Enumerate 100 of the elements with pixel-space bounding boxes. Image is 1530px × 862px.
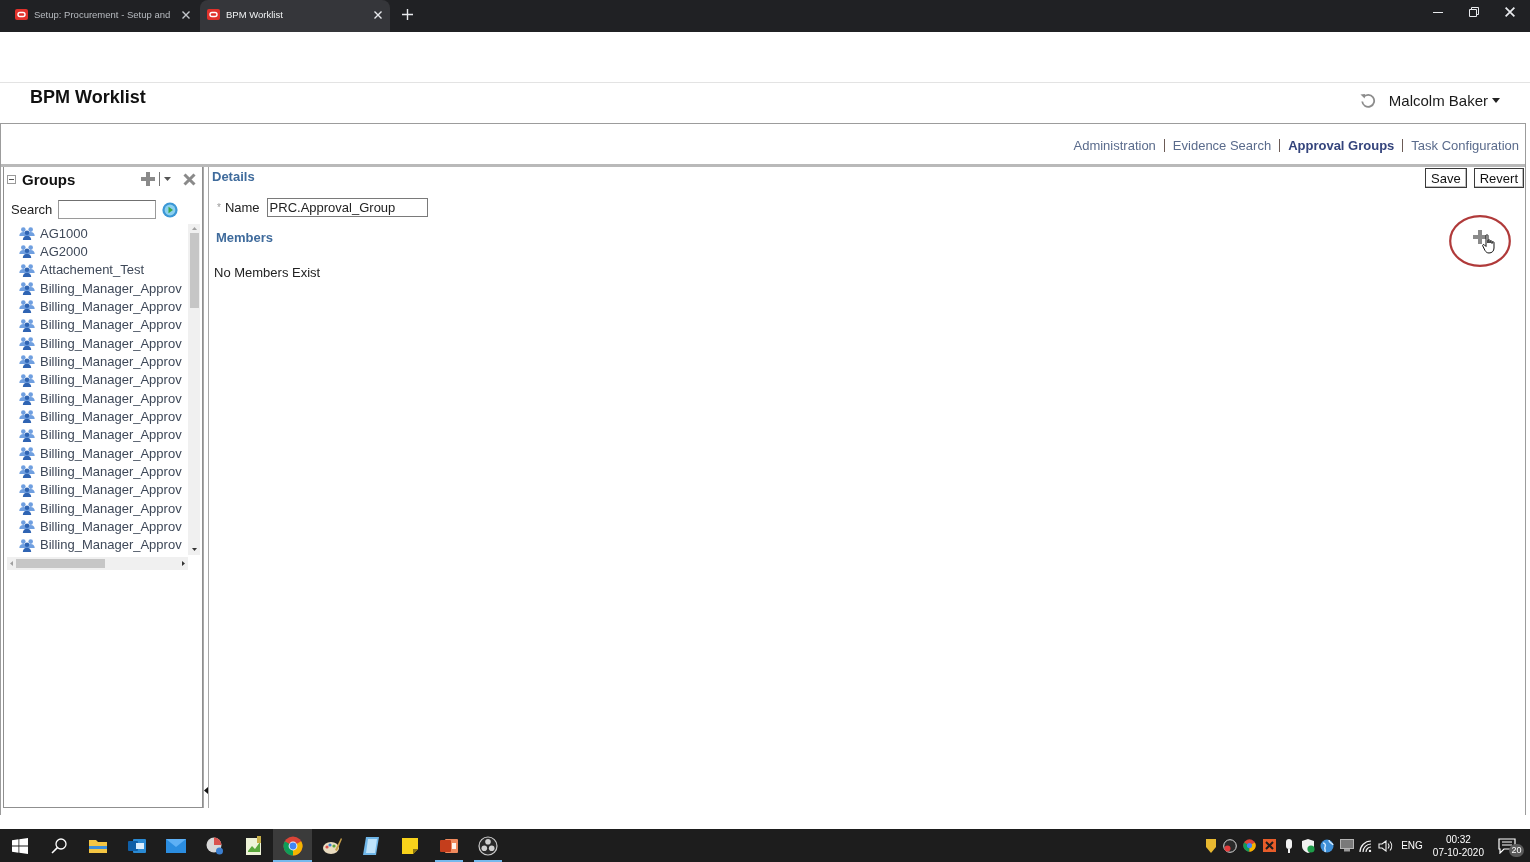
save-button[interactable]: Save xyxy=(1425,168,1467,188)
windows-logo-icon[interactable] xyxy=(11,837,28,854)
clock-time[interactable]: 00:32 xyxy=(1445,832,1471,846)
scrollbar-thumb[interactable] xyxy=(16,559,105,568)
group-item[interactable]: Billing_Manager_Approv xyxy=(19,370,188,389)
nav-link[interactable]: Approval Groups xyxy=(1288,138,1395,153)
pie-chart-icon xyxy=(204,835,225,856)
group-item[interactable]: Billing_Manager_Approv xyxy=(19,333,188,353)
notification-count: 20 xyxy=(1509,843,1524,857)
name-field[interactable]: PRC.Approval_Group xyxy=(266,198,428,217)
section-title: Details xyxy=(212,169,255,184)
revert-button[interactable]: Revert xyxy=(1473,168,1524,188)
caret-icon xyxy=(1492,97,1500,103)
section-title: Members xyxy=(216,230,274,245)
language-indicator[interactable]: ENG xyxy=(1401,840,1423,851)
notebook-icon xyxy=(361,835,380,856)
refresh-icon[interactable] xyxy=(1359,92,1376,108)
add-icon[interactable] xyxy=(1473,229,1487,244)
collapse-icon[interactable] xyxy=(7,174,16,184)
sticky-note-icon xyxy=(400,836,419,855)
scrollbar-thumb[interactable] xyxy=(189,233,199,308)
group-item[interactable]: Billing_Manager_Approv xyxy=(19,352,188,371)
nav-link[interactable]: Task Configuration xyxy=(1411,138,1519,153)
group-item[interactable]: Billing_Manager_Approv xyxy=(19,407,188,426)
people-icon xyxy=(19,464,35,479)
close-icon[interactable] xyxy=(182,10,190,19)
speaker-icon xyxy=(1377,839,1393,852)
new-tab-icon[interactable] xyxy=(402,9,413,20)
people-icon xyxy=(19,537,35,552)
people-icon xyxy=(19,244,35,259)
add-icon[interactable] xyxy=(141,172,155,186)
caret-icon[interactable] xyxy=(164,177,171,181)
people-icon xyxy=(19,262,35,277)
group-item[interactable]: Billing_Manager_Approv xyxy=(19,279,188,298)
required-mark: * xyxy=(217,202,221,213)
collapse-arrow-icon[interactable] xyxy=(204,787,208,794)
site-favicon-icon xyxy=(15,9,28,20)
tricolor-circle-icon xyxy=(282,835,303,856)
site-favicon-icon xyxy=(207,9,220,20)
nav-link[interactable]: Evidence Search xyxy=(1172,138,1272,153)
chart-document-icon xyxy=(244,835,263,856)
people-icon xyxy=(19,391,35,406)
people-icon xyxy=(19,281,35,296)
group-item[interactable]: Billing_Manager_Approv xyxy=(19,498,188,518)
browser-tab[interactable]: BPM Worklist xyxy=(200,0,390,32)
people-icon xyxy=(19,446,35,461)
group-item[interactable]: AG1000 xyxy=(19,224,188,243)
field-label: Name xyxy=(224,200,260,215)
group-item[interactable]: Billing_Manager_Approv xyxy=(19,388,188,408)
shield-check-icon xyxy=(1300,838,1315,853)
taskbar-button[interactable] xyxy=(273,829,312,862)
user-menu[interactable]: Malcolm Baker xyxy=(1388,91,1500,109)
people-icon xyxy=(19,409,35,424)
people-icon xyxy=(19,354,35,369)
group-item[interactable]: Billing_Manager_Approv xyxy=(19,297,188,316)
tricolor-circle-icon xyxy=(1243,839,1257,852)
restore-icon[interactable] xyxy=(1469,7,1479,17)
horizontal-scrollbar[interactable] xyxy=(7,557,188,570)
nav-link[interactable]: Administration xyxy=(1073,138,1156,153)
go-icon[interactable] xyxy=(162,201,179,218)
record-icon xyxy=(1223,838,1238,853)
aperture-icon xyxy=(477,835,498,856)
browser-tab[interactable]: Setup: Procurement - Setup and xyxy=(8,0,198,32)
scroll-right-icon[interactable] xyxy=(182,561,185,566)
vertical-scrollbar[interactable] xyxy=(188,224,200,555)
people-icon xyxy=(19,336,35,351)
group-item[interactable]: Billing_Manager_Approv xyxy=(19,535,188,554)
presentation-icon xyxy=(438,836,459,855)
envelope-icon xyxy=(164,837,187,854)
people-icon xyxy=(19,372,35,387)
group-item[interactable]: AG2000 xyxy=(19,242,188,261)
group-item[interactable]: Billing_Manager_Approv xyxy=(19,425,188,444)
empty-message: No Members Exist xyxy=(213,265,322,280)
shield-icon xyxy=(1205,838,1216,853)
search-icon[interactable] xyxy=(50,837,67,854)
search-field[interactable] xyxy=(58,200,157,219)
wifi-icon xyxy=(1359,839,1374,852)
minimize-icon[interactable] xyxy=(1433,11,1443,13)
cross-tile-icon xyxy=(1262,839,1276,852)
search-label: Search xyxy=(11,202,53,217)
group-item[interactable]: Billing_Manager_Approv xyxy=(19,517,188,536)
monitor-icon xyxy=(1339,839,1354,852)
highlight-ellipse xyxy=(1449,215,1511,267)
people-icon xyxy=(19,501,35,516)
clock-date[interactable]: 07-10-2020 xyxy=(1432,845,1484,859)
group-item[interactable]: Billing_Manager_Approv xyxy=(19,315,188,334)
group-item[interactable]: Billing_Manager_Approv xyxy=(19,480,188,499)
microphone-icon xyxy=(1284,838,1293,853)
mail-tile-icon xyxy=(126,836,147,855)
globe-icon xyxy=(1320,838,1335,853)
group-item[interactable]: Billing_Manager_Approv xyxy=(19,462,188,481)
people-icon xyxy=(19,226,35,241)
hand-cursor-icon xyxy=(1482,234,1496,254)
group-item[interactable]: Billing_Manager_Approv xyxy=(19,443,188,463)
people-icon xyxy=(19,317,35,332)
people-icon xyxy=(19,482,35,497)
group-item[interactable]: Attachement_Test xyxy=(19,260,188,279)
palette-icon xyxy=(321,835,342,856)
scroll-down-icon[interactable] xyxy=(191,548,197,551)
app-title: BPM Worklist xyxy=(30,86,146,108)
